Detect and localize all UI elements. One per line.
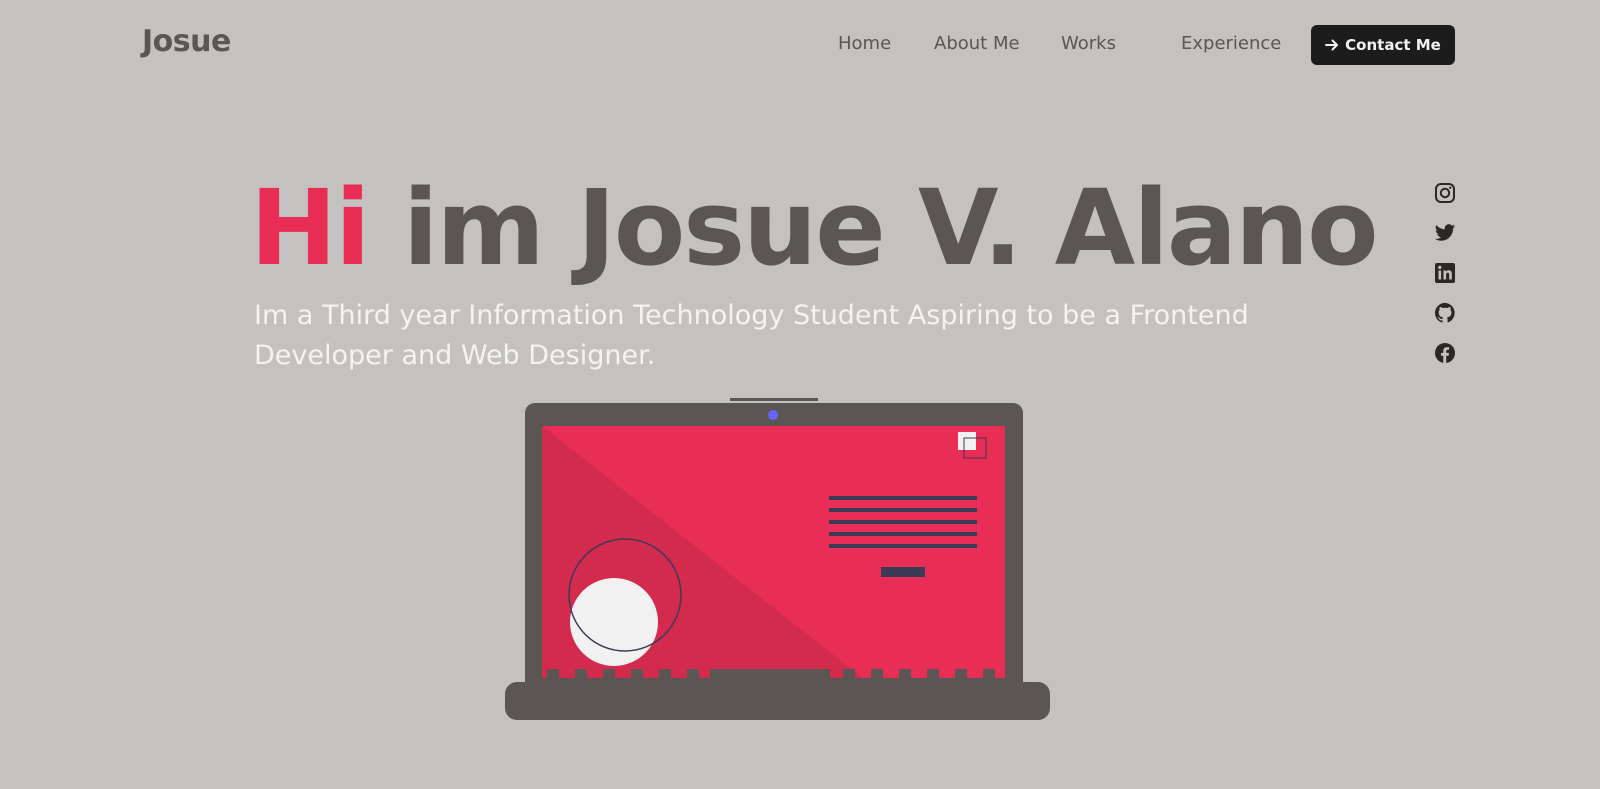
nav-about-me[interactable]: About Me <box>934 33 1020 54</box>
twitter-icon[interactable] <box>1434 222 1456 244</box>
nav-home[interactable]: Home <box>838 33 891 54</box>
contact-me-label: Contact Me <box>1345 36 1441 54</box>
webcam-icon <box>768 410 778 420</box>
hero-headline: Hi im Josue V. Alano <box>250 166 1379 291</box>
laptop-illustration <box>505 398 1050 720</box>
github-icon[interactable] <box>1434 302 1456 324</box>
hero-name: im Josue V. Alano <box>368 167 1379 289</box>
hero-greeting: Hi <box>250 167 371 289</box>
site-logo[interactable]: Josue <box>142 24 231 59</box>
instagram-icon[interactable] <box>1434 182 1456 204</box>
contact-me-button[interactable]: Contact Me <box>1311 25 1455 65</box>
linkedin-icon[interactable] <box>1434 262 1456 284</box>
facebook-icon[interactable] <box>1434 342 1456 364</box>
nav-works[interactable]: Works <box>1061 33 1116 54</box>
nav-experience[interactable]: Experience <box>1181 33 1281 54</box>
hero-subtitle: Im a Third year Information Technology S… <box>254 300 1249 371</box>
arrow-right-icon <box>1325 38 1339 52</box>
